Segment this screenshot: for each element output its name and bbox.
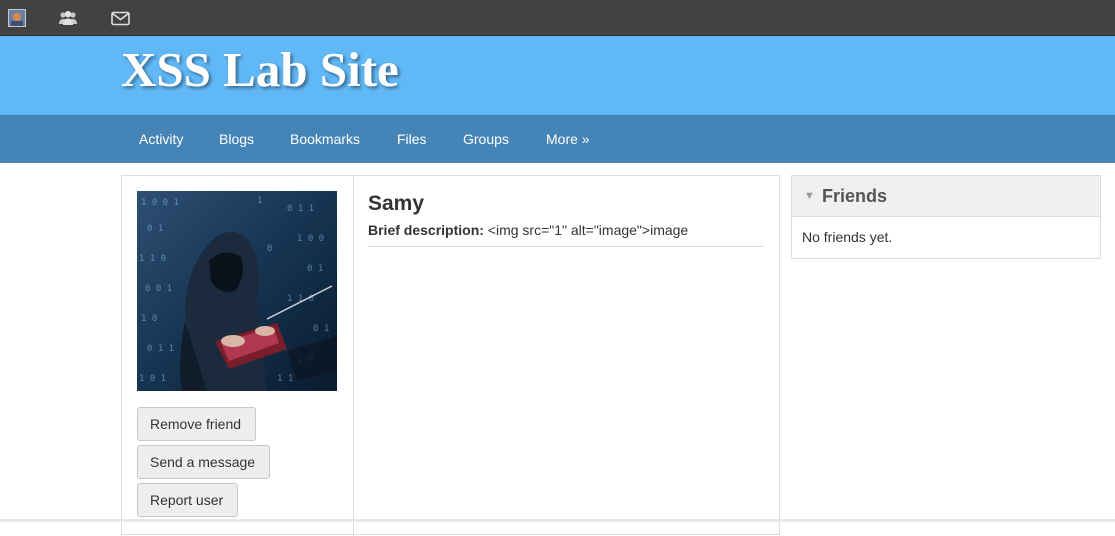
svg-text:1 0: 1 0 xyxy=(141,314,157,324)
main-nav: Activity Blogs Bookmarks Files Groups Mo… xyxy=(0,115,1115,163)
svg-text:0 1 1: 0 1 1 xyxy=(287,204,314,214)
profile-avatar: 1 0 0 1 0 1 1 0 1 1 0 0 1 1 0 0 1 0 0 1 1 1 … xyxy=(137,191,337,391)
remove-friend-button[interactable]: Remove friend xyxy=(137,407,256,441)
brief-description: Brief description: <img src="1" alt="ima… xyxy=(368,222,688,238)
friends-module: ▼ Friends No friends yet. xyxy=(791,175,1101,259)
avatar-icon[interactable] xyxy=(8,9,26,27)
svg-text:0 1: 0 1 xyxy=(307,264,323,274)
site-title[interactable]: XSS Lab Site xyxy=(121,41,399,98)
svg-text:0 1: 0 1 xyxy=(147,224,163,234)
svg-text:1: 1 xyxy=(257,196,262,206)
nav-item-bookmarks[interactable]: Bookmarks xyxy=(290,115,360,163)
svg-text:1 0 0 1: 1 0 0 1 xyxy=(141,198,179,208)
friends-title: Friends xyxy=(822,186,888,206)
nav-item-blogs[interactable]: Blogs xyxy=(219,115,254,163)
svg-text:1 1: 1 1 xyxy=(277,374,293,384)
svg-text:1 0 0: 1 0 0 xyxy=(297,234,324,244)
profile-divider xyxy=(353,176,354,536)
profile-name: Samy xyxy=(368,192,425,215)
svg-text:1 0 1: 1 0 1 xyxy=(139,374,166,384)
nav-item-more[interactable]: More » xyxy=(546,115,590,163)
svg-text:0 1: 0 1 xyxy=(313,324,329,334)
description-separator xyxy=(368,246,764,247)
nav-item-activity[interactable]: Activity xyxy=(139,115,183,163)
send-message-button[interactable]: Send a message xyxy=(137,445,270,479)
collapse-triangle-icon[interactable]: ▼ xyxy=(804,190,815,202)
top-toolbar xyxy=(0,0,1115,36)
profile-panel: 1 0 0 1 0 1 1 0 1 1 0 0 1 1 0 0 1 0 0 1 1 1 … xyxy=(121,175,780,536)
svg-text:0: 0 xyxy=(267,244,272,254)
svg-text:0 1 1: 0 1 1 xyxy=(147,344,174,354)
brief-description-value: <img src="1" alt="image">image xyxy=(487,222,689,238)
report-user-button[interactable]: Report user xyxy=(137,483,238,517)
mail-icon[interactable] xyxy=(110,8,130,28)
nav-item-groups[interactable]: Groups xyxy=(463,115,509,163)
friends-icon[interactable] xyxy=(58,8,78,28)
friends-empty-text: No friends yet. xyxy=(802,229,893,245)
brief-description-label: Brief description: xyxy=(368,222,484,238)
site-header: XSS Lab Site xyxy=(0,36,1115,115)
svg-text:1 1 0: 1 1 0 xyxy=(139,254,166,264)
svg-text:0 0 1: 0 0 1 xyxy=(145,284,172,294)
nav-item-files[interactable]: Files xyxy=(397,115,427,163)
friends-header[interactable]: ▼ Friends xyxy=(792,176,1100,217)
